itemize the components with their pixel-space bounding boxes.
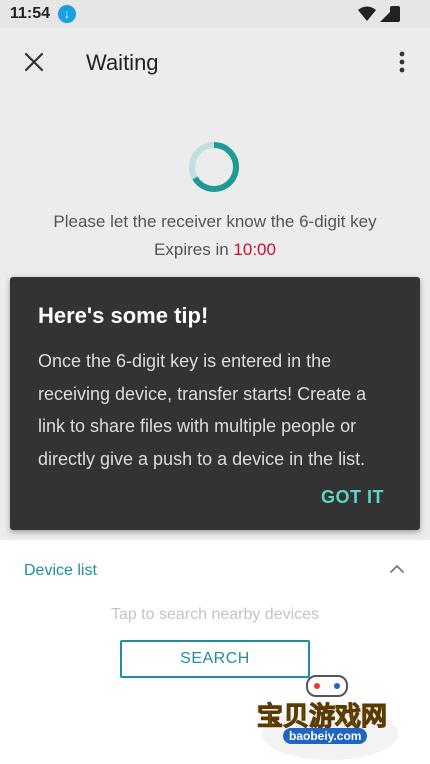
watermark-logo: 宝贝游戏网 baobeiy.com (255, 672, 405, 762)
tip-dialog: Here's some tip! Once the 6-digit key is… (10, 277, 420, 530)
expires-countdown: 10:00 (233, 240, 276, 259)
close-icon[interactable] (18, 46, 50, 78)
battery-icon (390, 6, 400, 22)
tip-body: Once the 6-digit key is entered in the r… (38, 351, 367, 469)
watermark-url: baobeiy.com (283, 728, 368, 744)
wifi-icon (358, 6, 376, 21)
page-title: Waiting (86, 50, 159, 75)
expires-label: Expires in (154, 240, 229, 259)
expires-text: Expires in 10:00 (0, 240, 430, 260)
status-time: 11:54 (10, 5, 51, 22)
download-icon: ↓ (58, 5, 76, 23)
search-hint: Tap to search nearby devices (110, 606, 320, 623)
got-it-button[interactable]: GOT IT (321, 487, 384, 508)
tip-title: Here's some tip! (38, 303, 209, 328)
status-bar: 11:54 ↓ (0, 0, 430, 28)
device-list-title: Device list (24, 562, 97, 579)
app-bar: Waiting (0, 28, 430, 96)
loading-spinner-icon (189, 141, 240, 192)
more-options-icon[interactable] (386, 46, 418, 78)
chevron-up-icon[interactable] (388, 560, 406, 578)
key-instructions: Please let the receiver know the 6-digit… (53, 212, 377, 231)
